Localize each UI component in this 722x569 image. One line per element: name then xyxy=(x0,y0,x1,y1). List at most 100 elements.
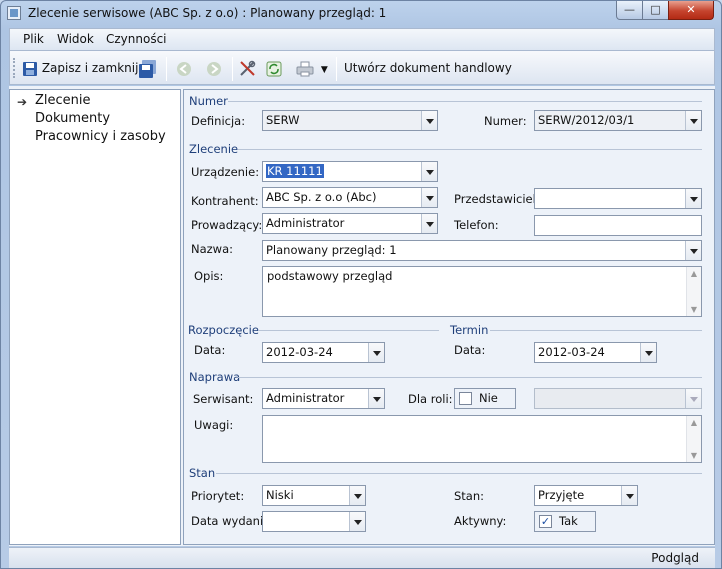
tools-button[interactable] xyxy=(239,58,256,80)
chevron-down-icon[interactable] xyxy=(368,343,384,362)
data-wydania-picker[interactable] xyxy=(262,511,366,532)
divider xyxy=(238,377,702,378)
definicja-label: Definicja: xyxy=(191,114,246,128)
przedstawiciel-select[interactable] xyxy=(534,188,702,209)
forward-button[interactable] xyxy=(206,58,222,80)
printer-icon xyxy=(296,61,314,76)
save-button[interactable] xyxy=(138,58,158,80)
chevron-down-icon[interactable] xyxy=(685,189,701,208)
telefon-label: Telefon: xyxy=(454,218,499,232)
toolbar-grip[interactable] xyxy=(13,58,16,78)
scroll-up-icon[interactable]: ▲ xyxy=(687,269,701,278)
divider xyxy=(490,330,702,331)
opis-value: podstawowy przegląd xyxy=(267,269,393,283)
chevron-down-icon[interactable] xyxy=(368,389,384,408)
kontrahent-value: ABC Sp. z o.o (Abc) xyxy=(266,190,377,204)
rola-select[interactable] xyxy=(534,388,702,409)
group-zlecenie: Zlecenie xyxy=(189,142,239,156)
chevron-down-icon[interactable] xyxy=(685,241,701,260)
checkmark-icon[interactable]: ✓ xyxy=(539,515,552,528)
scroll-up-icon[interactable]: ▲ xyxy=(687,418,701,427)
save-close-label: Zapisz i zamknij xyxy=(41,61,139,75)
stan-value: Przyjęte xyxy=(538,488,585,502)
refresh-button[interactable] xyxy=(266,58,282,80)
arrow-left-icon xyxy=(177,61,191,76)
nav-item-pracownicy[interactable]: Pracownicy i zasoby xyxy=(35,129,166,144)
menu-plik[interactable]: Plik xyxy=(23,32,44,46)
scroll-down-icon[interactable]: ▼ xyxy=(687,305,701,314)
chevron-down-icon[interactable] xyxy=(421,214,437,233)
dla-roli-value: Nie xyxy=(479,391,498,405)
create-commercial-doc-button[interactable]: Utwórz dokument handlowy xyxy=(344,58,512,80)
chevron-down-icon[interactable] xyxy=(421,111,437,130)
menu-czynnosci[interactable]: Czynności xyxy=(106,32,167,46)
save-all-icon xyxy=(139,59,156,78)
nav-item-dokumenty[interactable]: Dokumenty xyxy=(35,111,110,126)
tools-icon xyxy=(240,60,256,76)
rozpoczecie-date-picker[interactable]: 2012-03-24 xyxy=(262,342,385,363)
definicja-value: SERW xyxy=(266,113,300,127)
menu-widok[interactable]: Widok xyxy=(57,32,94,46)
uwagi-scrollbar[interactable]: ▲ ▼ xyxy=(686,416,701,462)
serwisant-select[interactable]: Administrator xyxy=(262,388,385,409)
refresh-icon xyxy=(266,61,282,76)
numer-select[interactable]: SERW/2012/03/1 xyxy=(534,110,702,131)
stan-label: Stan: xyxy=(454,489,485,503)
chevron-down-icon[interactable] xyxy=(621,486,637,505)
status-bar: Podgląd xyxy=(9,547,715,568)
app-icon xyxy=(7,6,21,20)
termin-data-label: Data: xyxy=(454,343,486,357)
dla-roli-label: Dla roli: xyxy=(408,392,453,406)
chevron-down-icon[interactable] xyxy=(421,162,437,181)
scroll-down-icon[interactable]: ▼ xyxy=(687,451,701,460)
aktywny-checkbox[interactable]: ✓ Tak xyxy=(534,511,596,532)
urzadzenie-value: KR 11111 xyxy=(266,164,324,178)
nazwa-select[interactable]: Planowany przegląd: 1 xyxy=(262,240,702,261)
aktywny-label: Aktywny: xyxy=(454,514,507,528)
uwagi-label: Uwagi: xyxy=(194,418,234,432)
nav-item-zlecenie[interactable]: Zlecenie xyxy=(35,93,91,108)
back-button[interactable] xyxy=(176,58,192,80)
definicja-select[interactable]: SERW xyxy=(262,110,438,131)
maximize-button[interactable]: □ xyxy=(642,1,669,20)
minimize-button[interactable]: — xyxy=(616,1,643,20)
chevron-down-icon[interactable]: ▼ xyxy=(321,65,328,75)
serwisant-value: Administrator xyxy=(266,391,345,405)
toolbar-separator xyxy=(166,57,167,81)
dla-roli-checkbox[interactable]: Nie xyxy=(454,388,516,409)
arrow-right-icon xyxy=(207,61,221,76)
numer-value: SERW/2012/03/1 xyxy=(538,113,635,127)
nazwa-label: Nazwa: xyxy=(191,242,234,256)
rozpoczecie-date-value: 2012-03-24 xyxy=(266,345,333,359)
urzadzenie-select[interactable]: KR 11111 xyxy=(262,161,438,182)
chevron-down-icon[interactable] xyxy=(349,486,365,505)
close-button[interactable]: ✕ xyxy=(668,1,714,20)
uwagi-textarea[interactable]: ▲ ▼ xyxy=(262,415,702,463)
group-termin: Termin xyxy=(450,323,489,337)
aktywny-value: Tak xyxy=(559,514,578,528)
group-stan: Stan xyxy=(189,466,216,480)
prowadzacy-select[interactable]: Administrator xyxy=(262,213,438,234)
chevron-down-icon[interactable] xyxy=(685,111,701,130)
checkbox-empty-icon[interactable] xyxy=(459,392,472,405)
termin-date-picker[interactable]: 2012-03-24 xyxy=(534,342,657,363)
status-text: Podgląd xyxy=(651,551,699,565)
telefon-input[interactable] xyxy=(534,215,702,236)
chevron-down-icon[interactable] xyxy=(685,389,701,408)
stan-select[interactable]: Przyjęte xyxy=(534,485,638,506)
rozpoczecie-data-label: Data: xyxy=(194,343,226,357)
form-panel: Numer Definicja: SERW Numer: SERW/2012/0… xyxy=(183,89,715,545)
kontrahent-select[interactable]: ABC Sp. z o.o (Abc) xyxy=(262,187,438,208)
title-bar[interactable]: Zlecenie serwisowe (ABC Sp. z o.o) : Pla… xyxy=(1,1,721,28)
chevron-down-icon[interactable] xyxy=(421,188,437,207)
save-close-button[interactable]: Zapisz i zamknij xyxy=(22,58,138,80)
przedstawiciel-label: Przedstawiciel: xyxy=(454,192,540,206)
opis-label: Opis: xyxy=(194,269,224,283)
opis-textarea[interactable]: podstawowy przegląd ▲ ▼ xyxy=(262,266,702,317)
chevron-down-icon[interactable] xyxy=(640,343,656,362)
print-button[interactable]: ▼ xyxy=(296,58,328,80)
opis-scrollbar[interactable]: ▲ ▼ xyxy=(686,267,701,316)
group-naprawa: Naprawa xyxy=(189,370,241,384)
chevron-down-icon[interactable] xyxy=(349,512,365,531)
priorytet-select[interactable]: Niski xyxy=(262,485,366,506)
